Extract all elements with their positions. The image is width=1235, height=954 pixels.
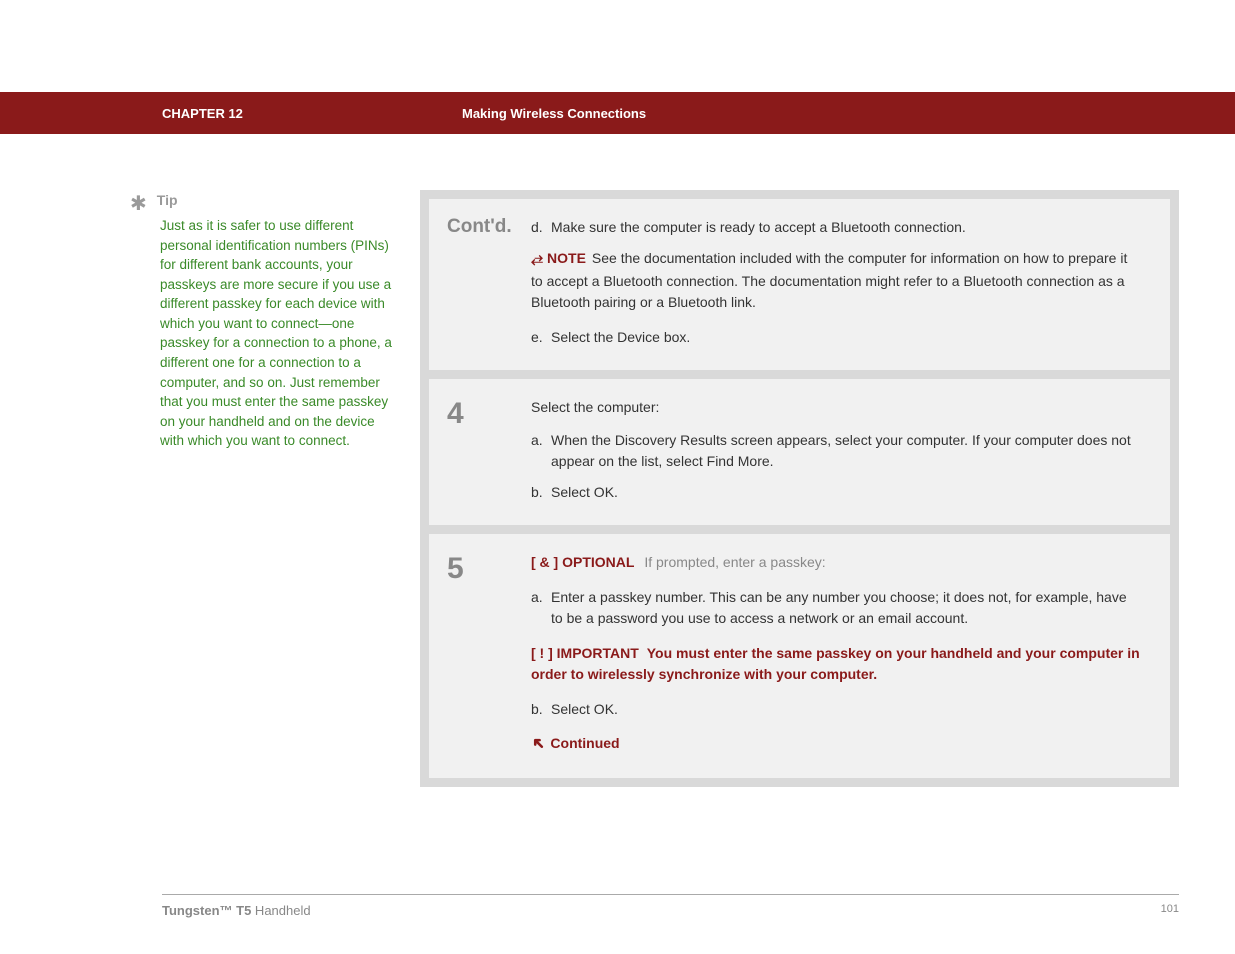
chapter-title: Making Wireless Connections — [462, 106, 646, 121]
note-label: NOTE — [547, 250, 586, 266]
substep-letter: b. — [531, 699, 551, 720]
tip-sidebar: ✱ Tip Just as it is safer to use differe… — [130, 190, 420, 787]
substep-a: a. Enter a passkey number. This can be a… — [531, 587, 1142, 629]
product-rest: Handheld — [251, 903, 310, 918]
important-line: [ ! ] IMPORTANT You must enter the same … — [531, 643, 1142, 685]
substep-letter: e. — [531, 327, 551, 348]
substep-d: d. Make sure the computer is ready to ac… — [531, 217, 1142, 238]
substep-text: Select OK. — [551, 699, 1142, 720]
important-bracket: [ ! ] — [531, 645, 553, 661]
substep-a: a. When the Discovery Results screen app… — [531, 430, 1142, 472]
product-name: Tungsten™ T5 Handheld — [162, 903, 311, 918]
substep-text: Select OK. — [551, 482, 1142, 503]
substep-b: b. Select OK. — [531, 482, 1142, 503]
chapter-number: CHAPTER 12 — [162, 106, 243, 121]
substep-text: When the Discovery Results screen appear… — [551, 430, 1142, 472]
optional-label: OPTIONAL — [562, 554, 634, 570]
substep-letter: d. — [531, 217, 551, 238]
substep-text: Make sure the computer is ready to accep… — [551, 217, 1142, 238]
continued-label: Continued — [550, 733, 619, 754]
optional-bracket: [ & ] — [531, 554, 558, 570]
note-icon: ⥄ — [531, 248, 543, 271]
substep-letter: a. — [531, 587, 551, 629]
step-5-body: [ & ] OPTIONAL If prompted, enter a pass… — [531, 552, 1142, 756]
substep-letter: a. — [531, 430, 551, 472]
tip-body: Just as it is safer to use different per… — [160, 216, 400, 451]
content-area: ✱ Tip Just as it is safer to use differe… — [130, 190, 1179, 787]
substep-b: b. Select OK. — [531, 699, 1142, 720]
step-label-contd: Cont'd. — [447, 217, 531, 348]
optional-text: If prompted, enter a passkey: — [644, 554, 825, 570]
note-line: ⥄NOTESee the documentation included with… — [531, 248, 1142, 313]
substep-e: e. Select the Device box. — [531, 327, 1142, 348]
page-number: 101 — [1161, 903, 1179, 918]
substep-text: Select the Device box. — [551, 327, 1142, 348]
page-footer: Tungsten™ T5 Handheld 101 — [162, 894, 1179, 918]
step-4-body: Select the computer: a. When the Discove… — [531, 397, 1142, 503]
chapter-header: CHAPTER 12 Making Wireless Connections — [0, 92, 1235, 134]
step-number: 4 — [447, 397, 531, 503]
step-number: 5 — [447, 552, 531, 756]
step-5: 5 [ & ] OPTIONAL If prompted, enter a pa… — [429, 534, 1170, 778]
asterisk-icon: ✱ — [130, 194, 147, 214]
step-contd: Cont'd. d. Make sure the computer is rea… — [429, 199, 1170, 370]
product-bold: Tungsten™ T5 — [162, 903, 251, 918]
steps-panel: Cont'd. d. Make sure the computer is rea… — [420, 190, 1179, 787]
step-contd-body: d. Make sure the computer is ready to ac… — [531, 217, 1142, 348]
substep-text: Enter a passkey number. This can be any … — [551, 587, 1142, 629]
substep-letter: b. — [531, 482, 551, 503]
continued-link[interactable]: ➜ Continued — [531, 732, 1142, 756]
tip-label: Tip — [157, 190, 178, 210]
step-intro: Select the computer: — [531, 397, 1142, 418]
step-4: 4 Select the computer: a. When the Disco… — [429, 379, 1170, 525]
important-label: IMPORTANT — [557, 645, 639, 661]
tip-header: ✱ Tip — [130, 190, 400, 214]
note-text: See the documentation included with the … — [531, 250, 1127, 310]
optional-line: [ & ] OPTIONAL If prompted, enter a pass… — [531, 552, 1142, 573]
